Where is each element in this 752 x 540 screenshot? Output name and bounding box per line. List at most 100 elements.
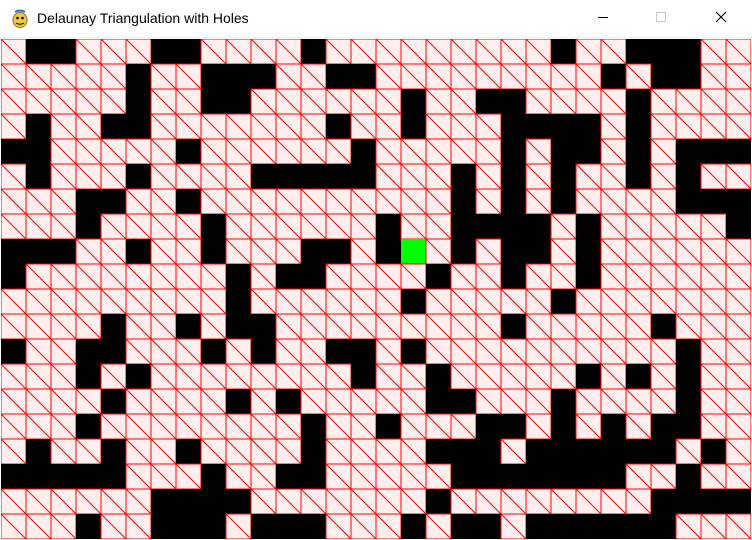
hole-cell: [551, 414, 576, 439]
hole-cell: [551, 514, 576, 539]
python-snake-icon: [10, 9, 30, 29]
hole-cell: [201, 239, 226, 264]
hole-cell: [676, 364, 701, 389]
maximize-button[interactable]: [638, 0, 684, 38]
hole-cell: [551, 389, 576, 414]
hole-cell: [576, 514, 601, 539]
hole-cell: [26, 139, 51, 164]
hole-cell: [551, 189, 576, 214]
hole-cell: [226, 89, 251, 114]
hole-cell: [726, 139, 751, 164]
hole-cell: [476, 514, 501, 539]
hole-cell: [626, 164, 651, 189]
hole-cell: [176, 314, 201, 339]
hole-cell: [501, 89, 526, 114]
hole-cell: [501, 189, 526, 214]
title-bar[interactable]: Delaunay Triangulation with Holes: [0, 0, 752, 38]
hole-cell: [76, 464, 101, 489]
hole-cell: [301, 164, 326, 189]
hole-cell: [676, 464, 701, 489]
hole-cell: [301, 264, 326, 289]
hole-cell: [201, 489, 226, 514]
hole-cell: [401, 339, 426, 364]
hole-cell: [351, 364, 376, 389]
hole-cell: [226, 489, 251, 514]
highlighted-cell: [401, 239, 426, 264]
hole-cell: [301, 464, 326, 489]
hole-cell: [501, 239, 526, 264]
maximize-icon: [655, 10, 667, 28]
hole-cell: [1, 264, 26, 289]
hole-cell: [351, 139, 376, 164]
hole-cell: [701, 439, 726, 464]
hole-cell: [301, 439, 326, 464]
hole-cell: [276, 389, 301, 414]
hole-cell: [401, 289, 426, 314]
hole-cell: [601, 464, 626, 489]
hole-cell: [226, 289, 251, 314]
hole-cell: [626, 89, 651, 114]
hole-cell: [26, 239, 51, 264]
hole-cell: [501, 139, 526, 164]
hole-cell: [376, 414, 401, 439]
hole-cell: [526, 514, 551, 539]
hole-cell: [626, 139, 651, 164]
hole-cell: [676, 414, 701, 439]
hole-cell: [201, 514, 226, 539]
hole-cell: [651, 414, 676, 439]
close-button[interactable]: [698, 0, 744, 38]
hole-cell: [701, 489, 726, 514]
hole-cell: [101, 314, 126, 339]
hole-cell: [451, 239, 476, 264]
minimize-button[interactable]: [580, 0, 626, 38]
hole-cell: [451, 464, 476, 489]
hole-cell: [351, 64, 376, 89]
hole-cell: [176, 489, 201, 514]
hole-cell: [151, 514, 176, 539]
hole-cell: [151, 489, 176, 514]
app-window: Delaunay Triangulation with Holes: [0, 0, 752, 540]
hole-cell: [326, 114, 351, 139]
hole-cell: [726, 214, 751, 239]
hole-cell: [76, 189, 101, 214]
hole-cell: [576, 214, 601, 239]
hole-cell: [26, 439, 51, 464]
hole-cell: [201, 339, 226, 364]
hole-cell: [151, 39, 176, 64]
hole-cell: [651, 489, 676, 514]
close-icon: [715, 10, 727, 28]
hole-cell: [251, 164, 276, 189]
hole-cell: [351, 339, 376, 364]
hole-cell: [676, 189, 701, 214]
hole-cell: [76, 339, 101, 364]
hole-cell: [701, 189, 726, 214]
hole-cell: [676, 139, 701, 164]
hole-cell: [76, 414, 101, 439]
hole-cell: [401, 89, 426, 114]
hole-cell: [526, 114, 551, 139]
hole-cell: [126, 64, 151, 89]
hole-cell: [501, 264, 526, 289]
hole-cell: [201, 214, 226, 239]
hole-cell: [426, 264, 451, 289]
hole-cell: [226, 64, 251, 89]
hole-cell: [501, 414, 526, 439]
hole-cell: [426, 489, 451, 514]
hole-cell: [676, 164, 701, 189]
hole-cell: [276, 464, 301, 489]
hole-cell: [701, 139, 726, 164]
hole-cell: [401, 514, 426, 539]
hole-cell: [26, 39, 51, 64]
hole-cell: [651, 439, 676, 464]
hole-cell: [226, 314, 251, 339]
hole-cell: [301, 39, 326, 64]
hole-cell: [451, 389, 476, 414]
hole-cell: [251, 64, 276, 89]
hole-cell: [651, 64, 676, 89]
hole-cell: [501, 464, 526, 489]
hole-cell: [601, 439, 626, 464]
hole-cell: [176, 439, 201, 464]
triangulation-canvas[interactable]: [1, 39, 751, 539]
hole-cell: [301, 514, 326, 539]
hole-cell: [476, 464, 501, 489]
